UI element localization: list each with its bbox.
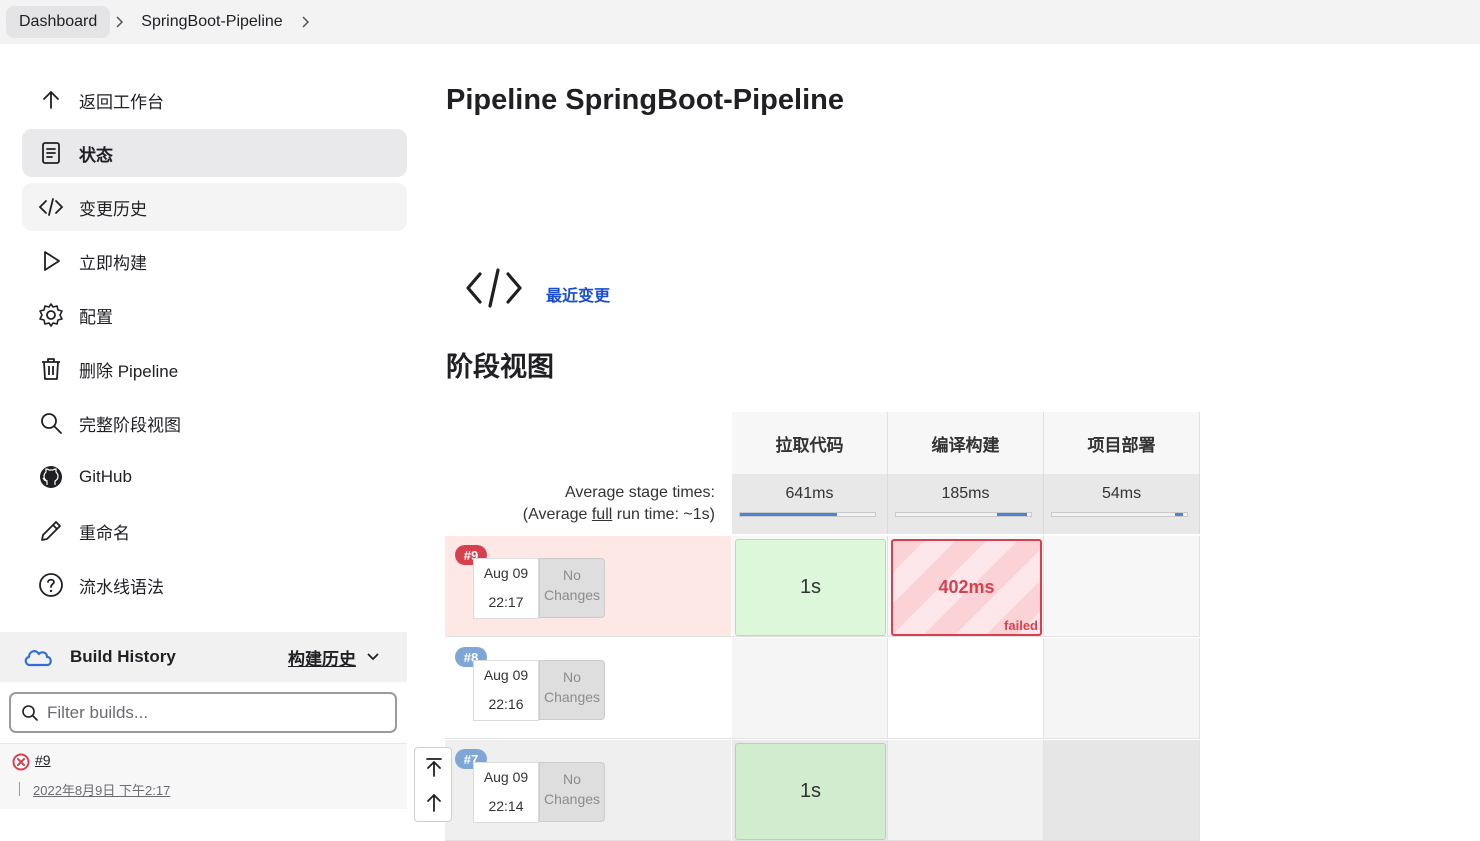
sidebar-item-label: GitHub [79, 467, 132, 486]
average-progress-track [1051, 512, 1188, 517]
sidebar-item-delete-pipeline[interactable]: 删除 Pipeline [22, 345, 407, 393]
sidebar-item-status[interactable]: 状态 [22, 129, 407, 177]
breadcrumb-job[interactable]: SpringBoot-Pipeline [128, 6, 295, 38]
stage-cell-empty [888, 740, 1044, 841]
average-run-suffix: run time: ~1s) [612, 506, 715, 523]
pencil-icon [37, 517, 65, 545]
code-icon [466, 268, 522, 308]
build-history-title: Build History [70, 647, 176, 666]
stage-cell-empty [732, 638, 888, 739]
arrow-up-icon [37, 86, 65, 114]
gear-icon [37, 301, 65, 329]
github-icon [37, 463, 65, 491]
stage-cell: 1s [732, 536, 888, 637]
filter-builds-field[interactable] [9, 692, 397, 733]
average-progress-fill [1175, 513, 1183, 516]
build-date-link[interactable]: 2022年8月9日 下午2:17 [33, 780, 170, 799]
sidebar-item-rename[interactable]: 重命名 [22, 507, 407, 555]
stage-cell-empty [1044, 740, 1200, 841]
failed-tag: failed [1004, 618, 1038, 633]
sidebar-item-changes[interactable]: 变更历史 [22, 183, 407, 231]
chevron-right-icon[interactable] [296, 13, 314, 31]
no-changes-box: No Changes [539, 660, 605, 720]
run-date[interactable]: Aug 09 22:16 [473, 660, 539, 721]
page-title: Pipeline SpringBoot-Pipeline [446, 84, 844, 116]
breadcrumb: Dashboard SpringBoot-Pipeline [0, 0, 1480, 44]
run-date[interactable]: Aug 09 22:14 [473, 762, 539, 823]
no-changes-box: No Changes [539, 762, 605, 822]
stage-cell-success[interactable]: 1s [735, 743, 886, 840]
average-run-prefix: (Average [522, 506, 592, 523]
stage-cell: 1s [732, 740, 888, 841]
sidebar-item-label: 状态 [79, 145, 113, 165]
average-progress-track [739, 512, 876, 517]
trash-icon [37, 355, 65, 383]
build-history-header: Build History 构建历史 [0, 632, 407, 682]
build-history-link[interactable]: 构建历史 [288, 645, 356, 670]
sidebar: 返回工作台 状态 变更历史 立即构建 配置 删除 Pipeline 完整阶段视图… [0, 44, 407, 817]
build-history-entry: #9 2022年8月9日 下午2:17 [0, 743, 407, 809]
no-changes-box: No Changes [539, 558, 605, 618]
breadcrumb-dashboard[interactable]: Dashboard [6, 6, 111, 38]
sidebar-item-label: 流水线语法 [79, 577, 164, 597]
chevron-right-icon[interactable] [110, 13, 128, 31]
stage-header: 编译构建 [888, 412, 1044, 474]
run-row: #7 Aug 09 22:14 No Changes 1s [445, 740, 1201, 841]
build-number-link[interactable]: #9 [35, 752, 51, 768]
stage-cell-failed[interactable]: 402ms failed [891, 539, 1042, 636]
sidebar-item-label: 重命名 [79, 523, 130, 543]
run-row: #9 Aug 09 22:17 No Changes 1s 402ms fail… [445, 536, 1201, 637]
average-stage-times-label: Average stage times: (Average full run t… [522, 484, 715, 523]
stage-average-time: 185ms [888, 474, 1044, 534]
document-icon [37, 139, 65, 167]
timeline-divider [19, 782, 20, 796]
play-icon [37, 247, 65, 275]
stage-average-time: 641ms [732, 474, 888, 534]
stage-cell-empty [1044, 536, 1200, 637]
filter-builds-input[interactable] [47, 702, 367, 723]
scroll-to-top-icon[interactable] [423, 756, 445, 778]
full-run-link[interactable]: full [592, 506, 612, 523]
scroll-controls [414, 747, 452, 822]
stage-cell: 402ms failed [888, 536, 1044, 637]
recent-changes-link[interactable]: 最近变更 [546, 282, 610, 306]
run-info: #7 Aug 09 22:14 No Changes [445, 740, 731, 841]
sidebar-item-back-to-dashboard[interactable]: 返回工作台 [22, 76, 407, 124]
run-info: #9 Aug 09 22:17 No Changes [445, 536, 731, 637]
sidebar-item-configure[interactable]: 配置 [22, 291, 407, 339]
sidebar-item-label: 变更历史 [79, 199, 147, 219]
sidebar-item-build-now[interactable]: 立即构建 [22, 237, 407, 285]
sidebar-item-full-stage-view[interactable]: 完整阶段视图 [22, 399, 407, 447]
sidebar-item-label: 返回工作台 [79, 92, 164, 112]
stage-average-time: 54ms [1044, 474, 1200, 534]
failed-status-icon [12, 753, 30, 771]
stage-header: 拉取代码 [732, 412, 888, 474]
stage-view-title: 阶段视图 [446, 352, 554, 382]
sidebar-item-label: 配置 [79, 307, 113, 327]
search-icon [22, 704, 38, 721]
average-progress-fill [997, 513, 1027, 516]
scroll-up-icon[interactable] [423, 791, 445, 813]
sidebar-item-label: 完整阶段视图 [79, 415, 181, 435]
cloud-icon [24, 650, 52, 667]
sidebar-item-pipeline-syntax[interactable]: 流水线语法 [22, 561, 407, 609]
average-progress-fill [740, 513, 837, 516]
chevron-down-icon[interactable] [365, 649, 381, 665]
sidebar-item-github[interactable]: GitHub [22, 453, 407, 501]
run-row: #8 Aug 09 22:16 No Changes [445, 638, 1201, 739]
average-progress-track [895, 512, 1032, 517]
stage-cell-success[interactable]: 1s [735, 539, 886, 636]
sidebar-item-label: 删除 Pipeline [79, 361, 179, 381]
code-icon [37, 193, 65, 221]
sidebar-item-label: 立即构建 [79, 253, 147, 273]
run-info: #8 Aug 09 22:16 No Changes [445, 638, 731, 739]
help-icon [37, 571, 65, 599]
run-date[interactable]: Aug 09 22:17 [473, 558, 539, 619]
stage-header: 项目部署 [1044, 412, 1200, 474]
search-icon [37, 409, 65, 437]
stage-cell-empty [888, 638, 1044, 739]
stage-cell-empty [1044, 638, 1200, 739]
